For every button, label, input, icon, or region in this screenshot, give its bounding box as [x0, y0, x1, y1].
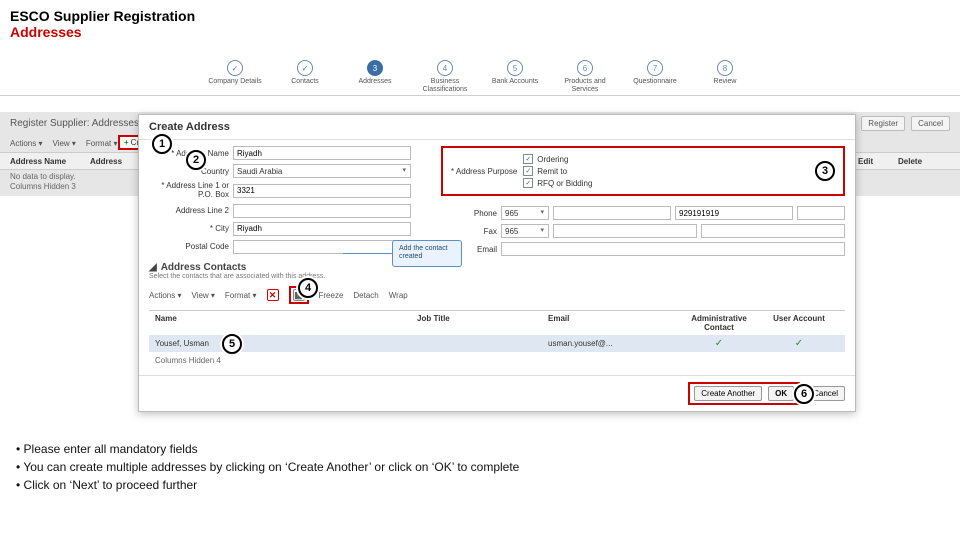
postal-input[interactable] — [233, 240, 411, 254]
plus-icon: + — [124, 138, 129, 147]
annotation-marker-4: 4 — [298, 278, 318, 298]
contacts-table: Name Job Title Email Administrative Cont… — [149, 310, 845, 352]
contact-admin-check: ✓ — [679, 338, 759, 349]
line2-input[interactable] — [233, 204, 411, 218]
fax-number-input[interactable] — [701, 224, 845, 238]
col-name: Name — [155, 314, 417, 332]
popup-footer: Create Another OK Cancel — [139, 375, 855, 411]
popup-title: Create Address — [139, 115, 855, 140]
col-job: Job Title — [417, 314, 548, 332]
callout-add-contact: Add the contact created — [392, 240, 462, 267]
contact-email: usman.yousef@... — [548, 339, 679, 348]
phone-label: Phone — [441, 209, 497, 218]
contacts-toolbar: Actions ▾ View ▾ Format ▾ ✕ ▦ Freeze Det… — [149, 284, 845, 306]
wizard-step-questionnaire[interactable]: 7Questionnaire — [625, 60, 685, 93]
doc-title-line2: Addresses — [10, 24, 950, 40]
wizard-step-addresses[interactable]: 3Addresses — [345, 60, 405, 93]
phone-area-input[interactable] — [553, 206, 671, 220]
wizard-step-business[interactable]: 4Business Classifications — [415, 60, 475, 93]
contact-name: Yousef, Usman — [155, 339, 417, 348]
freeze-button[interactable]: Freeze — [319, 291, 344, 300]
annotation-marker-6: 6 — [794, 384, 814, 404]
wizard-step-bank[interactable]: 5Bank Accounts — [485, 60, 545, 93]
bg-actions-menu[interactable]: Actions ▾ — [10, 139, 42, 148]
doc-title-line1: ESCO Supplier Registration — [10, 8, 950, 24]
create-address-popup: Create Address Address Name CountrySaudi… — [138, 114, 856, 412]
city-label: City — [149, 224, 229, 233]
annotation-marker-5: 5 — [222, 334, 242, 354]
bullet-3: Click on ‘Next’ to proceed further — [16, 478, 944, 492]
contacts-subtitle: Select the contacts that are associated … — [149, 273, 845, 280]
phone-ext-input[interactable] — [797, 206, 845, 220]
cancel-button[interactable]: Cancel — [911, 116, 950, 131]
postal-label: Postal Code — [149, 242, 229, 251]
bullet-2: You can create multiple addresses by cli… — [16, 460, 944, 474]
detach-button[interactable]: Detach — [353, 291, 378, 300]
annotation-marker-2: 2 — [186, 150, 206, 170]
contact-user-check: ✓ — [759, 338, 839, 349]
email-input[interactable] — [501, 242, 845, 256]
contacts-format-menu[interactable]: Format ▾ — [225, 291, 257, 300]
country-select[interactable]: Saudi Arabia — [233, 164, 411, 178]
phone-country-code[interactable]: 965 — [501, 206, 549, 220]
remit-checkbox[interactable]: ✓ — [523, 166, 533, 176]
fax-label: Fax — [441, 227, 497, 236]
annotation-marker-3: 3 — [815, 161, 835, 181]
contacts-actions-menu[interactable]: Actions ▾ — [149, 291, 181, 300]
bg-format-menu[interactable]: Format ▾ — [86, 139, 118, 148]
contacts-header-row: Name Job Title Email Administrative Cont… — [149, 311, 845, 335]
register-button[interactable]: Register — [861, 116, 905, 131]
document-title: ESCO Supplier Registration Addresses — [0, 0, 960, 40]
fax-area-input[interactable] — [553, 224, 697, 238]
app-screenshot: ✓Company Details ✓Contacts 3Addresses 4B… — [0, 56, 960, 426]
col-admin: Administrative Contact — [679, 314, 759, 332]
address-purpose-group: Address Purpose ✓Ordering ✓Remit to ✓RFQ… — [441, 146, 845, 196]
wizard-step-contacts[interactable]: ✓Contacts — [275, 60, 335, 93]
rfq-checkbox[interactable]: ✓ — [523, 178, 533, 188]
wizard-step-products[interactable]: 6Products and Services — [555, 60, 615, 93]
line1-label: Address Line 1 or P.O. Box — [149, 182, 229, 200]
create-another-button[interactable]: Create Another — [694, 386, 762, 401]
contacts-remove-icon[interactable]: ✕ — [267, 289, 279, 301]
col-email: Email — [548, 314, 679, 332]
bullet-1: Please enter all mandatory fields — [16, 442, 944, 456]
phone-number-input[interactable] — [675, 206, 793, 220]
wizard-step-review[interactable]: 8Review — [695, 60, 755, 93]
ordering-checkbox[interactable]: ✓ — [523, 154, 533, 164]
contacts-view-menu[interactable]: View ▾ — [191, 291, 214, 300]
fax-country-code[interactable]: 965 — [501, 224, 549, 238]
line2-label: Address Line 2 — [149, 206, 229, 215]
col-address-name: Address Name — [10, 157, 90, 166]
collapse-icon[interactable]: ◢ — [149, 262, 157, 273]
annotation-marker-1: 1 — [152, 134, 172, 154]
col-delete: Delete — [898, 157, 938, 166]
purpose-label: Address Purpose — [451, 167, 517, 176]
bg-view-menu[interactable]: View ▾ — [52, 139, 75, 148]
col-address: Address — [90, 157, 122, 166]
city-input[interactable] — [233, 222, 411, 236]
wizard-steps: ✓Company Details ✓Contacts 3Addresses 4B… — [0, 56, 960, 96]
wrap-button[interactable]: Wrap — [389, 291, 408, 300]
instruction-bullets: Please enter all mandatory fields You ca… — [16, 442, 944, 496]
wizard-step-company[interactable]: ✓Company Details — [205, 60, 265, 93]
line1-input[interactable] — [233, 184, 411, 198]
page-header-title: Register Supplier: Addresses — [10, 118, 139, 129]
contact-row[interactable]: Yousef, Usman usman.yousef@... ✓ ✓ — [149, 335, 845, 352]
address-name-input[interactable] — [233, 146, 411, 160]
contacts-hidden-note: Columns Hidden 4 — [149, 352, 845, 369]
col-user: User Account — [759, 314, 839, 332]
contacts-section-title: ◢Address Contacts — [149, 262, 845, 273]
col-edit: Edit — [858, 157, 898, 166]
ok-button[interactable]: OK — [768, 386, 794, 401]
